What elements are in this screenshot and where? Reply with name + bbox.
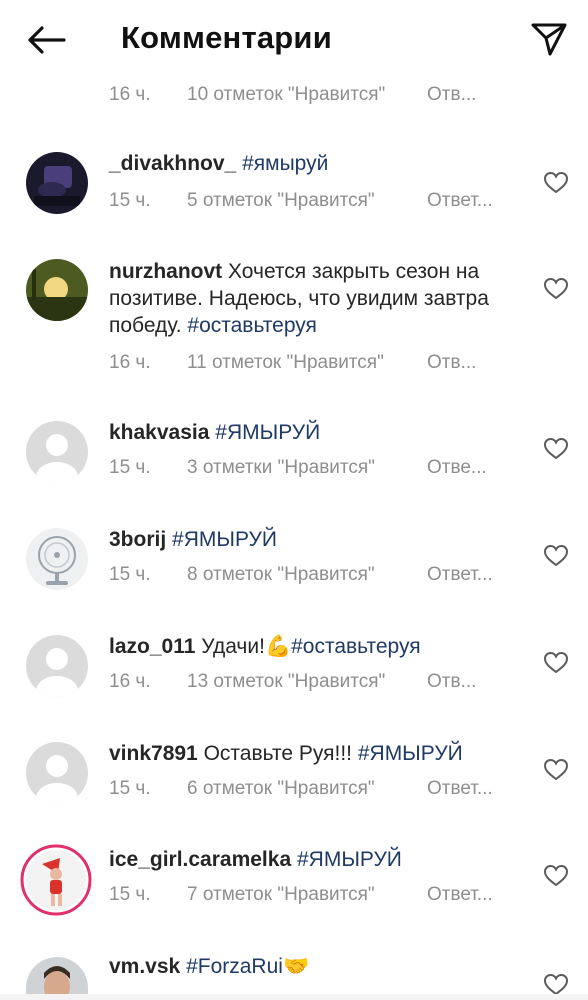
bottom-edge [0, 994, 588, 1000]
comment-username[interactable]: nurzhanovt [109, 260, 222, 283]
reply-button[interactable]: Ответ... [427, 884, 493, 906]
comment-body: vm.vsk #ForzaRui🤝 [109, 953, 519, 980]
comment-text: Оставьте Руя!!! [203, 742, 352, 765]
comment-username[interactable]: _divakhnov_ [109, 152, 236, 175]
avatar-with-story-ring[interactable] [20, 844, 92, 916]
avatar[interactable] [26, 957, 88, 994]
comment-hashtag[interactable]: #оставьтеруя [291, 635, 421, 658]
avatar[interactable] [26, 742, 88, 804]
comment-time: 16 ч. [109, 352, 151, 373]
handshake-emoji: 🤝 [282, 955, 310, 978]
comment-body: khakvasia #ЯМЫРУЙ [109, 419, 519, 446]
comment-hashtag[interactable]: #ЯМЫРУЙ [172, 528, 277, 551]
flexed-biceps-emoji: 💪 [264, 635, 292, 658]
reply-button[interactable]: Отве... [427, 457, 487, 479]
likes-count-link[interactable]: 7 отметок "Нравится" [187, 884, 375, 906]
likes-count-link[interactable]: 8 отметок "Нравится" [187, 564, 375, 586]
comment-hashtag[interactable]: #ЯМЫРУЙ [358, 742, 463, 765]
comment-body: _divakhnov_ #ямыруй [109, 150, 519, 177]
likes-count-link[interactable]: 13 отметок "Нравится" [187, 671, 385, 693]
comment-hashtag[interactable]: #ForzaRui [186, 955, 283, 978]
comment-username[interactable]: lazo_011 [109, 635, 195, 658]
heart-outline-icon[interactable] [543, 171, 569, 195]
comment-hashtag[interactable]: #оставьтеруя [187, 314, 317, 337]
comment-username[interactable]: 3borij [109, 528, 166, 551]
share-button[interactable] [524, 16, 574, 62]
likes-count-link[interactable]: 11 отметок "Нравится" [187, 352, 384, 374]
comment-hashtag[interactable]: #ЯМЫРУЙ [297, 848, 402, 871]
reply-button[interactable]: Отв... [427, 352, 476, 374]
likes-count-link[interactable]: 3 отметки "Нравится" [187, 457, 375, 479]
heart-outline-icon[interactable] [543, 758, 569, 782]
comment-hashtag[interactable]: #ямыруй [242, 152, 328, 175]
reply-button[interactable]: Отв... [427, 671, 476, 693]
heart-outline-icon[interactable] [543, 437, 569, 461]
avatar[interactable] [26, 528, 88, 590]
comment-time: 16 ч. [109, 84, 151, 105]
comment-username[interactable]: ice_girl.caramelka [109, 848, 291, 871]
reply-button[interactable]: Отв... [427, 84, 476, 106]
reply-button[interactable]: Ответ... [427, 564, 493, 586]
comment-username[interactable]: khakvasia [109, 421, 209, 444]
heart-outline-icon[interactable] [543, 277, 569, 301]
avatar[interactable] [26, 259, 88, 321]
comment-body: lazo_011 Удачи!💪#оставьтеруя [109, 633, 519, 660]
avatar[interactable] [26, 421, 88, 483]
comment-time: 15 ч. [109, 778, 151, 799]
likes-count-link[interactable]: 5 отметок "Нравится" [187, 190, 375, 212]
comment-time: 15 ч. [109, 884, 151, 905]
comment-time: 15 ч. [109, 190, 151, 211]
heart-outline-icon[interactable] [543, 864, 569, 888]
back-button[interactable] [22, 20, 70, 60]
comment-username[interactable]: vm.vsk [109, 955, 180, 978]
likes-count-link[interactable]: 6 отметок "Нравится" [187, 778, 375, 800]
comment-username[interactable]: vink7891 [109, 742, 198, 765]
comment-text: Удачи! [201, 635, 265, 658]
heart-outline-icon[interactable] [543, 544, 569, 568]
comment-body: 3borij #ЯМЫРУЙ [109, 526, 519, 553]
avatar[interactable] [26, 152, 88, 214]
comment-hashtag[interactable]: #ЯМЫРУЙ [215, 421, 320, 444]
top-app-bar: Комментарии [0, 0, 588, 80]
comment-body: nurzhanovt Хочется закрыть сезон на пози… [109, 258, 519, 339]
comment-time: 15 ч. [109, 457, 151, 478]
comment-body: ice_girl.caramelka #ЯМЫРУЙ [109, 846, 519, 873]
paper-plane-icon [531, 23, 567, 56]
comment-body: vink7891 Оставьте Руя!!! #ЯМЫРУЙ [109, 740, 519, 767]
likes-count-link[interactable]: 10 отметок "Нравится" [187, 84, 385, 106]
reply-button[interactable]: Ответ... [427, 190, 493, 212]
avatar[interactable] [26, 635, 88, 697]
comment-time: 15 ч. [109, 564, 151, 585]
page-title: Комментарии [121, 20, 332, 55]
reply-button[interactable]: Ответ... [427, 778, 493, 800]
comment-time: 16 ч. [109, 671, 151, 692]
arrow-left-icon [28, 26, 66, 54]
heart-outline-icon[interactable] [543, 651, 569, 675]
